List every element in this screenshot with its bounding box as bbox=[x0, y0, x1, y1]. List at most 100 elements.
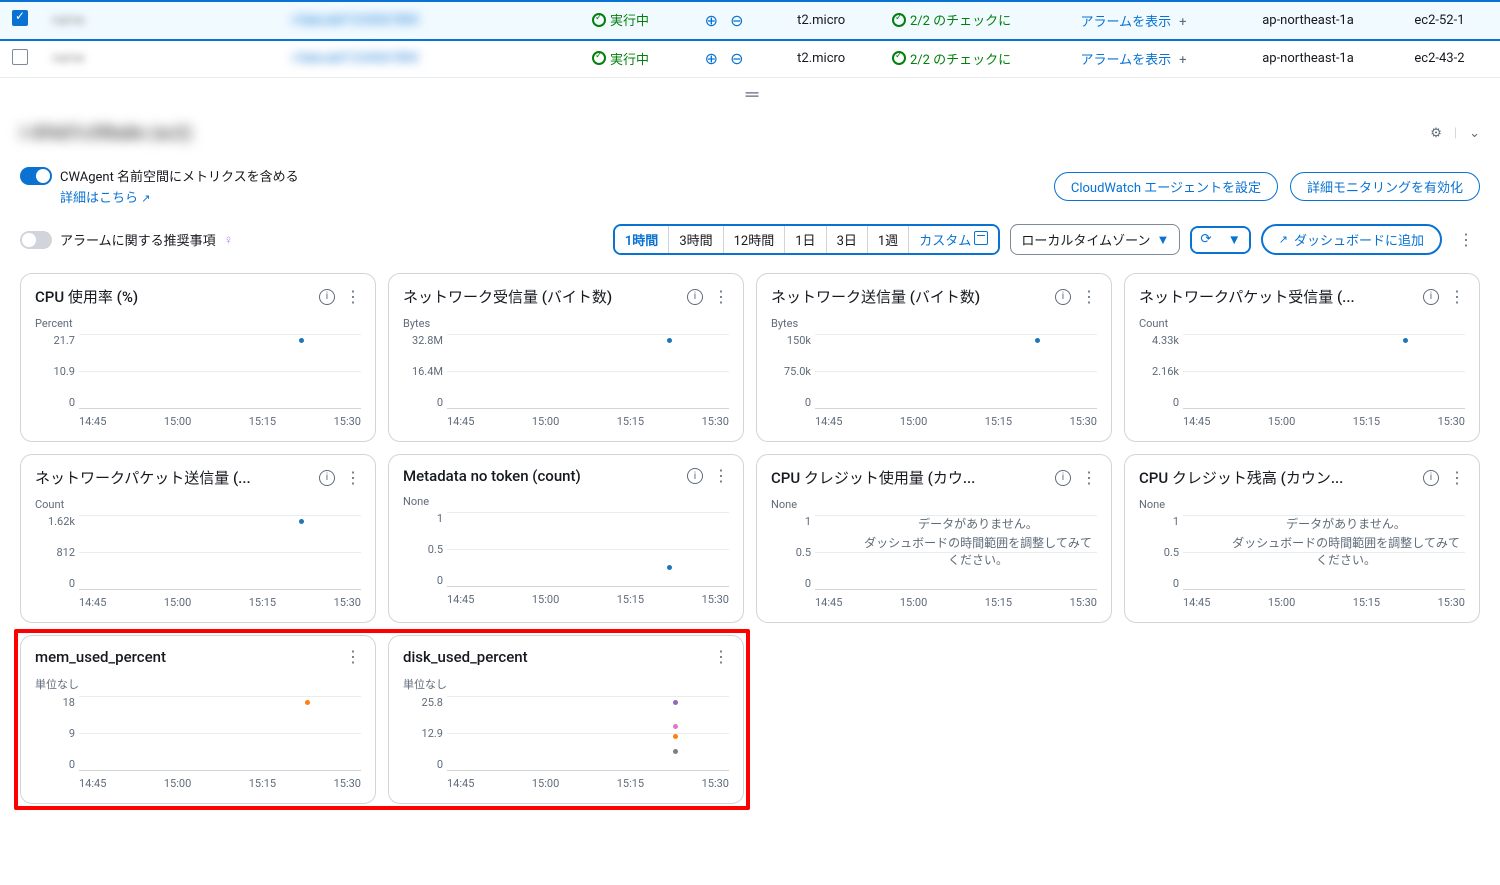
y-axis: 32.8M16.4M0 bbox=[403, 334, 443, 409]
timezone-select[interactable]: ローカルタイムゾーン ▼ bbox=[1010, 224, 1180, 255]
instance-id-link[interactable]: i-0abcdef1234567890 bbox=[291, 13, 418, 28]
y-axis: 10.50 bbox=[1139, 515, 1179, 590]
data-point bbox=[673, 700, 678, 705]
plot-area[interactable] bbox=[447, 334, 729, 409]
info-icon[interactable]: i bbox=[319, 470, 335, 486]
instance-type: t2.micro bbox=[785, 40, 880, 78]
instance-id-link[interactable]: i-0abcdef1234567890 bbox=[291, 51, 418, 66]
chart-title: CPU 使用率 (%) bbox=[35, 286, 138, 307]
more-menu-button[interactable]: ⋮ bbox=[1452, 228, 1480, 252]
info-icon[interactable]: i bbox=[1423, 289, 1439, 305]
row-checkbox[interactable] bbox=[12, 10, 28, 26]
zoom-in-icon[interactable]: ⊕ bbox=[699, 49, 724, 68]
y-axis: 21.710.90 bbox=[35, 334, 75, 409]
cwagent-label: CWAgent 名前空間にメトリクスを含める bbox=[60, 166, 299, 185]
availability-zone: ap-northeast-1a bbox=[1250, 1, 1402, 40]
zoom-out-icon[interactable]: ⊖ bbox=[724, 49, 749, 68]
chart-menu-button[interactable]: ⋮ bbox=[713, 649, 729, 665]
instance-type: t2.micro bbox=[785, 1, 880, 40]
refresh-button[interactable]: ⟳ bbox=[1192, 228, 1219, 252]
instance-row[interactable]: name i-0abcdef1234567890 実行中 ⊕⊖ t2.micro… bbox=[0, 1, 1500, 40]
plot-area[interactable] bbox=[79, 515, 361, 590]
time-range-1日[interactable]: 1日 bbox=[784, 226, 825, 253]
info-icon[interactable]: i bbox=[687, 468, 703, 484]
y-axis: 10.50 bbox=[771, 515, 811, 590]
cwagent-toggle[interactable] bbox=[20, 167, 52, 185]
info-icon[interactable]: i bbox=[687, 289, 703, 305]
show-alarms-link[interactable]: アラームを表示 bbox=[1081, 53, 1172, 68]
add-to-dashboard-button[interactable]: ダッシュボードに追加 bbox=[1261, 224, 1442, 255]
chart-card: CPU クレジット使用量 (カウ... i⋮ None 10.50 データがあり… bbox=[756, 454, 1112, 623]
time-range-3時間[interactable]: 3時間 bbox=[668, 226, 722, 253]
chart-menu-button[interactable]: ⋮ bbox=[713, 289, 729, 305]
zoom-in-icon[interactable]: ⊕ bbox=[699, 11, 724, 30]
info-icon[interactable]: i bbox=[319, 289, 335, 305]
plot-area[interactable]: データがありません。ダッシュボードの時間範囲を調整してみてください。 bbox=[1183, 515, 1465, 590]
chart-unit: 単位なし bbox=[35, 676, 361, 692]
refresh-dropdown-button[interactable]: ▼ bbox=[1220, 228, 1249, 252]
chart-card: mem_used_percent ⋮ 単位なし 1890 14:4515:001… bbox=[20, 635, 376, 804]
show-alarms-link[interactable]: アラームを表示 bbox=[1081, 15, 1172, 30]
info-icon[interactable]: i bbox=[1423, 470, 1439, 486]
availability-zone: ap-northeast-1a bbox=[1250, 40, 1402, 78]
data-point bbox=[673, 734, 678, 739]
chart-title: ネットワーク受信量 (バイト数) bbox=[403, 286, 612, 307]
chart-unit: None bbox=[771, 498, 1097, 511]
chevron-down-icon[interactable]: ⌄ bbox=[1469, 126, 1480, 141]
plot-area[interactable] bbox=[1183, 334, 1465, 409]
chart-card: CPU クレジット残高 (カウン... i⋮ None 10.50 データがあり… bbox=[1124, 454, 1480, 623]
chart-title: ネットワークパケット送信量 (... bbox=[35, 467, 251, 488]
time-range-3日[interactable]: 3日 bbox=[826, 226, 867, 253]
alarm-recommendations-toggle[interactable] bbox=[20, 231, 52, 249]
chart-unit: None bbox=[403, 495, 729, 508]
chart-title: ネットワーク送信量 (バイト数) bbox=[771, 286, 980, 307]
data-point bbox=[667, 338, 672, 343]
data-point bbox=[1403, 338, 1408, 343]
data-point bbox=[1035, 338, 1040, 343]
data-point bbox=[299, 338, 304, 343]
info-icon[interactable]: i bbox=[1055, 289, 1071, 305]
chart-menu-button[interactable]: ⋮ bbox=[345, 470, 361, 486]
settings-icon[interactable]: ⚙ bbox=[1430, 126, 1442, 141]
chart-menu-button[interactable]: ⋮ bbox=[1449, 470, 1465, 486]
x-axis: 14:4515:0015:1515:30 bbox=[1183, 411, 1465, 429]
plot-area[interactable] bbox=[79, 334, 361, 409]
plot-area[interactable] bbox=[447, 512, 729, 587]
plot-area[interactable] bbox=[815, 334, 1097, 409]
plot-area[interactable]: データがありません。ダッシュボードの時間範囲を調整してみてください。 bbox=[815, 515, 1097, 590]
zoom-out-icon[interactable]: ⊖ bbox=[724, 11, 749, 30]
chart-unit: 単位なし bbox=[403, 676, 729, 692]
row-checkbox[interactable] bbox=[12, 49, 28, 65]
plus-icon[interactable]: + bbox=[1171, 15, 1194, 30]
instance-row[interactable]: name i-0abcdef1234567890 実行中 ⊕⊖ t2.micro… bbox=[0, 40, 1500, 78]
check-circle-icon bbox=[592, 13, 606, 27]
enable-detailed-monitoring-button[interactable]: 詳細モニタリングを有効化 bbox=[1290, 172, 1480, 201]
data-point bbox=[673, 749, 678, 754]
resize-handle[interactable]: ═ bbox=[0, 78, 1500, 111]
chart-title: Metadata no token (count) bbox=[403, 467, 581, 485]
chart-menu-button[interactable]: ⋮ bbox=[1081, 289, 1097, 305]
details-link[interactable]: 詳細はこちら bbox=[60, 191, 150, 206]
charts-grid: CPU 使用率 (%) i⋮ Percent 21.710.90 14:4515… bbox=[0, 263, 1500, 814]
status-checks: 2/2 のチェックに bbox=[892, 49, 1011, 68]
plot-area[interactable] bbox=[447, 696, 729, 771]
time-range-1時間[interactable]: 1時間 bbox=[615, 226, 668, 253]
chart-card: ネットワークパケット受信量 (... i⋮ Count 4.33k2.16k0 … bbox=[1124, 273, 1480, 442]
plot-area[interactable] bbox=[79, 696, 361, 771]
plus-icon[interactable]: + bbox=[1171, 53, 1194, 68]
chart-card: ネットワークパケット送信量 (... i⋮ Count 1.62k8120 14… bbox=[20, 454, 376, 623]
time-range-1週[interactable]: 1週 bbox=[867, 226, 908, 253]
chart-menu-button[interactable]: ⋮ bbox=[345, 649, 361, 665]
instance-name: name bbox=[52, 51, 85, 66]
time-range-12時間[interactable]: 12時間 bbox=[723, 226, 785, 253]
y-axis: 4.33k2.16k0 bbox=[1139, 334, 1179, 409]
chart-menu-button[interactable]: ⋮ bbox=[1449, 289, 1465, 305]
x-axis: 14:4515:0015:1515:30 bbox=[79, 411, 361, 429]
data-point bbox=[299, 519, 304, 524]
chart-menu-button[interactable]: ⋮ bbox=[345, 289, 361, 305]
chart-menu-button[interactable]: ⋮ bbox=[1081, 470, 1097, 486]
info-icon[interactable]: i bbox=[1055, 470, 1071, 486]
configure-cwagent-button[interactable]: CloudWatch エージェントを設定 bbox=[1054, 172, 1278, 201]
chart-menu-button[interactable]: ⋮ bbox=[713, 468, 729, 484]
time-range-custom[interactable]: カスタム bbox=[908, 226, 998, 253]
